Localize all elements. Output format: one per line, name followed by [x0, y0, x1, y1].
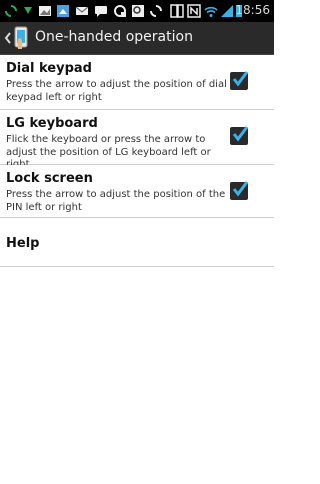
- help-row[interactable]: Help: [0, 218, 274, 267]
- sync-icon: [150, 5, 162, 17]
- page-title: One-handed operation: [35, 29, 193, 45]
- setting-description: Press the arrow to adjust the position o…: [6, 79, 227, 103]
- chat-icon: [95, 6, 107, 17]
- action-bar: One-handed operation: [0, 22, 274, 55]
- settings-list: Dial keypad Press the arrow to adjust th…: [0, 55, 274, 267]
- setting-row-dial-keypad[interactable]: Dial keypad Press the arrow to adjust th…: [0, 55, 274, 110]
- wifi-icon: [204, 6, 218, 17]
- setting-description: Press the arrow to adjust the position o…: [6, 189, 226, 213]
- check-icon: [232, 71, 249, 87]
- help-title: Help: [6, 236, 40, 251]
- check-icon: [232, 181, 249, 197]
- check-icon: [232, 126, 249, 142]
- setting-row-lock-screen[interactable]: Lock screen Press the arrow to adjust th…: [0, 165, 274, 218]
- setting-title: Dial keypad: [6, 61, 92, 76]
- search-icon: [132, 5, 144, 17]
- setting-row-lg-keyboard[interactable]: LG keyboard Flick the keyboard or press …: [0, 110, 274, 170]
- clock: 18:56: [235, 3, 270, 17]
- image-icon: [39, 6, 51, 16]
- status-bar: 18:56: [0, 0, 274, 22]
- setting-title: Lock screen: [6, 171, 93, 186]
- nfc-icon: [187, 4, 201, 18]
- download-icon: [24, 7, 32, 14]
- dial-keypad-checkbox[interactable]: [230, 71, 249, 90]
- lock-screen-checkbox[interactable]: [230, 181, 249, 200]
- signal-icon: [221, 5, 233, 17]
- mail-icon: [75, 6, 89, 15]
- sync-icon: [5, 5, 17, 17]
- hand-phone-icon[interactable]: [12, 26, 30, 50]
- lg-keyboard-checkbox[interactable]: [230, 126, 249, 145]
- gallery-icon: [57, 5, 69, 17]
- setting-title: LG keyboard: [6, 116, 98, 131]
- screenshot-icon: [114, 5, 126, 17]
- phone-icon: [170, 4, 184, 18]
